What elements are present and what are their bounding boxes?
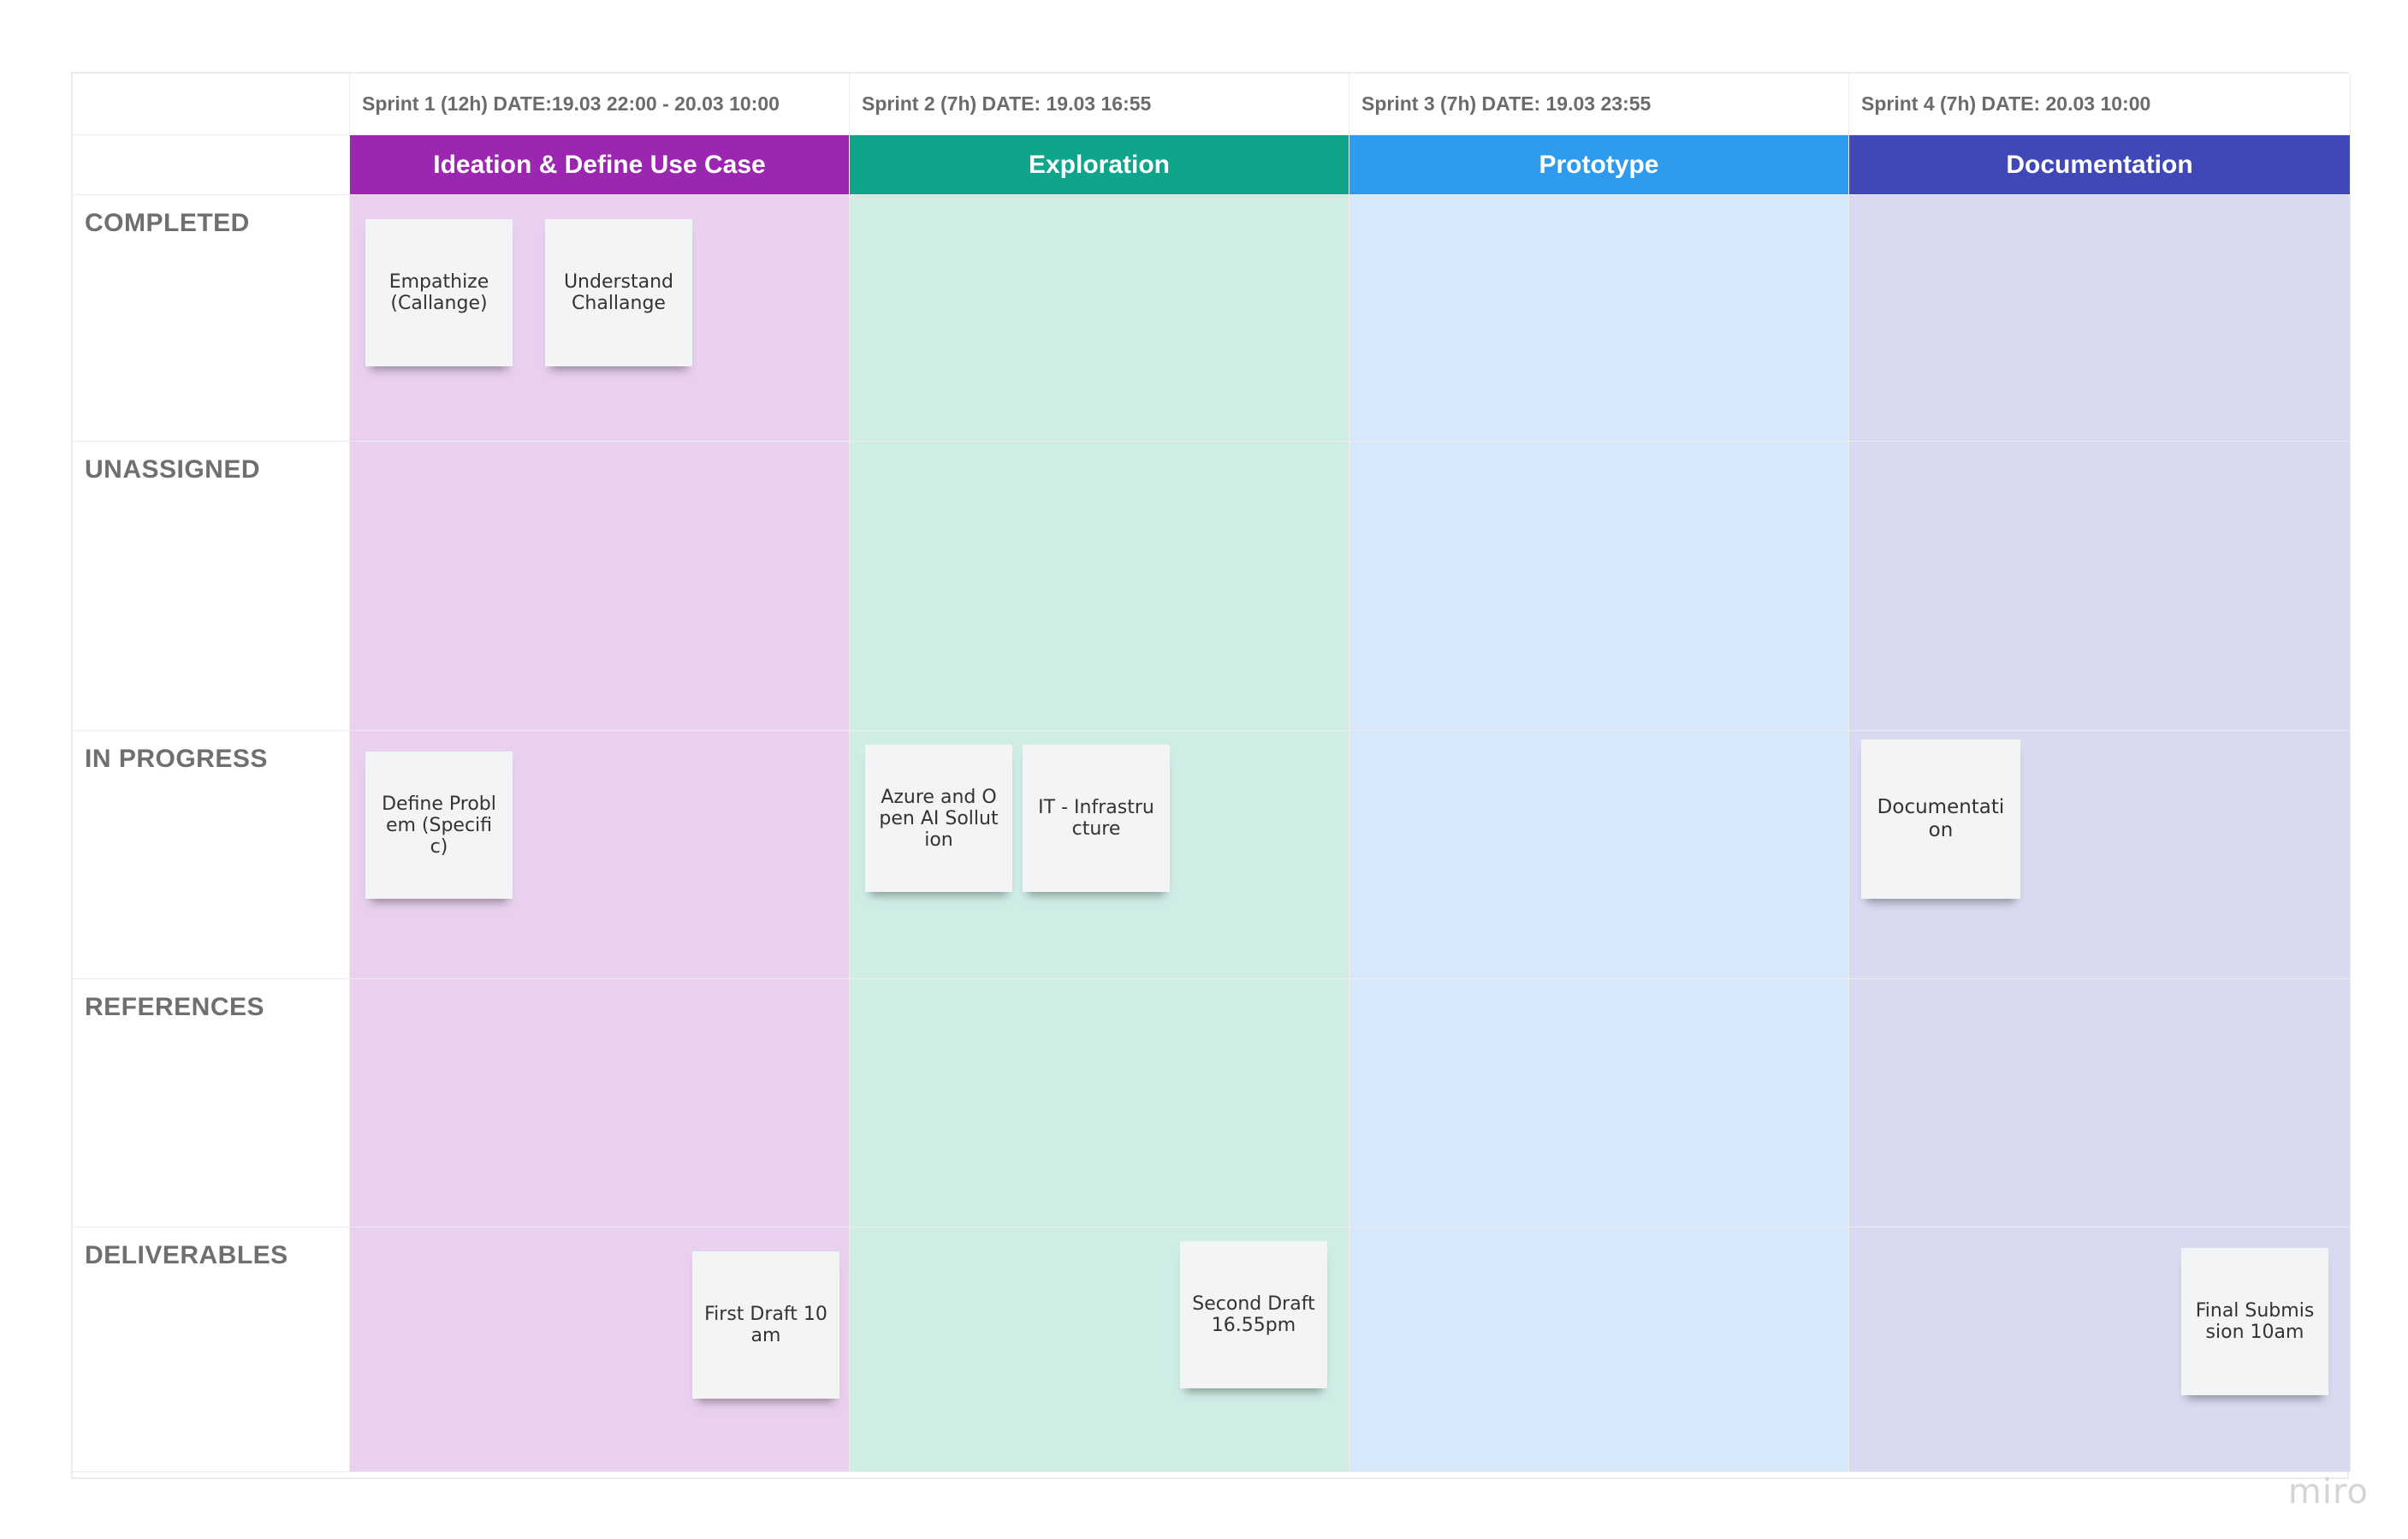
row-label-unassigned: UNASSIGNED	[73, 442, 350, 731]
lane-cell-unassigned-documentation	[1849, 442, 2351, 731]
sticky-note-empathize[interactable]: Empathize (Callange)	[365, 219, 513, 366]
lane-cell-completed-documentation	[1849, 195, 2351, 442]
lane-cell-deliverables-exploration: Second Draft 16.55pm	[850, 1227, 1349, 1472]
lane-cell-inprogress-prototype	[1349, 731, 1849, 979]
lane-cell-references-prototype	[1349, 979, 1849, 1227]
row-label-in-progress: IN PROGRESS	[73, 731, 350, 979]
lane-cell-deliverables-documentation: Final Submission 10am	[1849, 1227, 2351, 1472]
lane-cell-completed-ideation: Empathize (Callange) Understand Challang…	[350, 195, 850, 442]
lane-cell-unassigned-exploration	[850, 442, 1349, 731]
lane-cell-unassigned-ideation	[350, 442, 850, 731]
sticky-note-documentation[interactable]: Documentation	[1861, 740, 2020, 899]
corner-empty-cell	[73, 74, 350, 135]
phase-corner-cell	[73, 135, 350, 195]
sticky-note-it-infrastructure[interactable]: IT - Infrastructure	[1023, 745, 1170, 892]
lane-cell-deliverables-ideation: First Draft 10am	[350, 1227, 850, 1472]
lane-cell-unassigned-prototype	[1349, 442, 1849, 731]
sticky-note-final-submission[interactable]: Final Submission 10am	[2181, 1248, 2328, 1395]
row-label-deliverables: DELIVERABLES	[73, 1227, 350, 1472]
sprint-3-header: Sprint 3 (7h) DATE: 19.03 23:55	[1349, 74, 1849, 135]
row-label-completed: COMPLETED	[73, 195, 350, 442]
phase-header-prototype: Prototype	[1349, 135, 1849, 195]
lane-cell-references-ideation	[350, 979, 850, 1227]
sprint-2-header: Sprint 2 (7h) DATE: 19.03 16:55	[850, 74, 1349, 135]
phase-header-ideation: Ideation & Define Use Case	[350, 135, 850, 195]
lane-cell-inprogress-documentation: Documentation	[1849, 731, 2351, 979]
phase-header-exploration: Exploration	[850, 135, 1349, 195]
sticky-note-second-draft[interactable]: Second Draft 16.55pm	[1180, 1241, 1327, 1388]
sticky-note-azure[interactable]: Azure and Open AI Sollution	[865, 745, 1012, 892]
lane-cell-inprogress-ideation: Define Problem (Specific)	[350, 731, 850, 979]
lane-cell-references-documentation	[1849, 979, 2351, 1227]
sprint-4-header: Sprint 4 (7h) DATE: 20.03 10:00	[1849, 74, 2351, 135]
lane-cell-inprogress-exploration: Azure and Open AI Sollution IT - Infrast…	[850, 731, 1349, 979]
sticky-note-first-draft[interactable]: First Draft 10am	[692, 1251, 839, 1399]
lane-cell-completed-exploration	[850, 195, 1349, 442]
lane-cell-deliverables-prototype	[1349, 1227, 1849, 1472]
sticky-note-define-problem[interactable]: Define Problem (Specific)	[365, 752, 513, 899]
lane-cell-completed-prototype	[1349, 195, 1849, 442]
phase-header-documentation: Documentation	[1849, 135, 2351, 195]
sticky-note-understand[interactable]: Understand Challange	[545, 219, 692, 366]
row-label-references: REFERENCES	[73, 979, 350, 1227]
lane-cell-references-exploration	[850, 979, 1349, 1227]
kanban-board: Sprint 1 (12h) DATE:19.03 22:00 - 20.03 …	[71, 72, 2351, 1479]
sprint-1-header: Sprint 1 (12h) DATE:19.03 22:00 - 20.03 …	[350, 74, 850, 135]
miro-logo: miro	[2287, 1472, 2369, 1512]
